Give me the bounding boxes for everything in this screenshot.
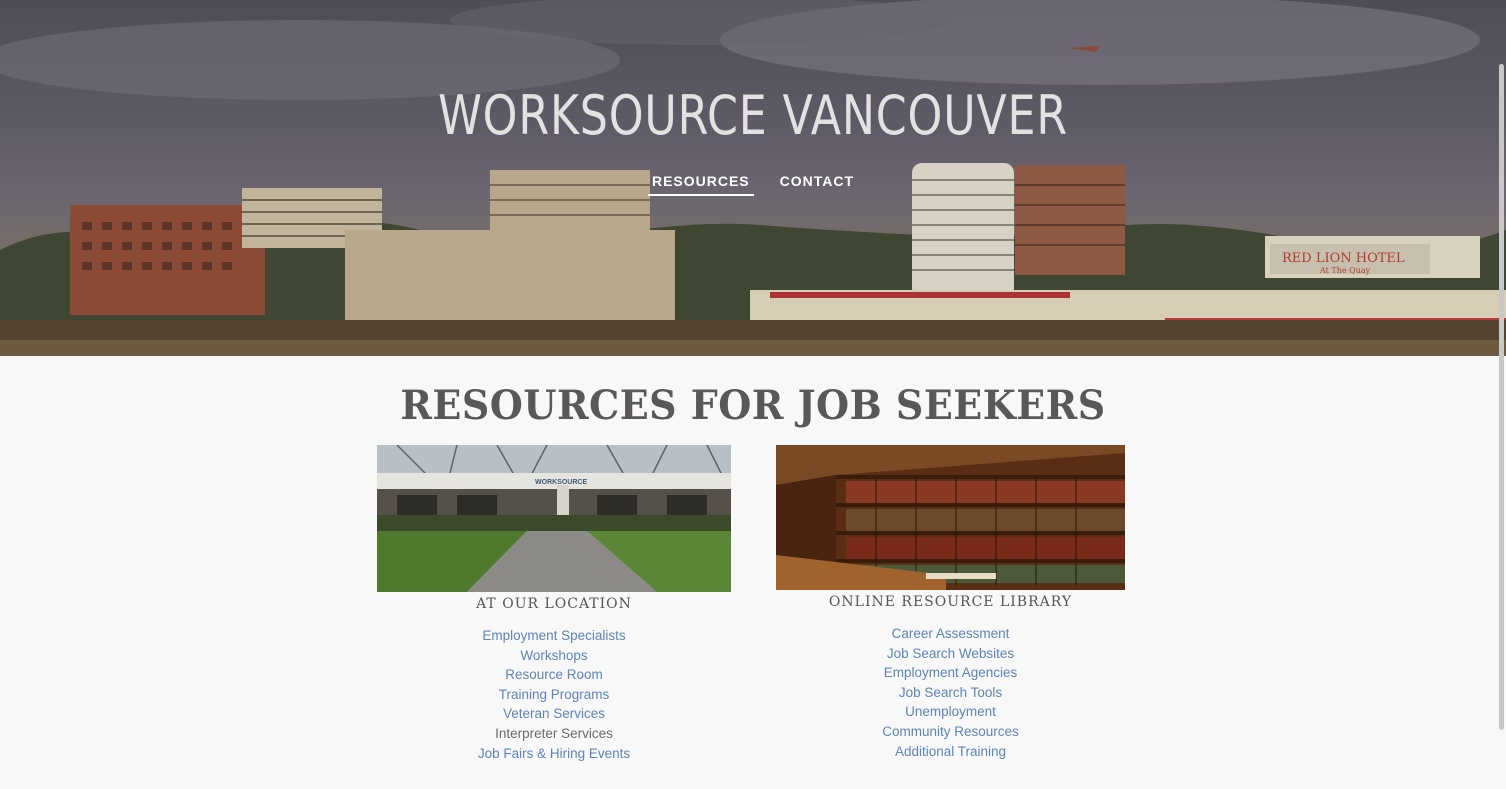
interpreter-services-text: Interpreter Services — [495, 725, 613, 741]
list-item: Job Fairs & Hiring Events — [377, 744, 731, 764]
list-item: Career Assessment — [776, 624, 1125, 644]
list-item: Workshops — [377, 646, 731, 666]
link-veteran-services[interactable]: Veteran Services — [503, 706, 605, 721]
list-item: Resource Room — [377, 665, 731, 685]
link-unemployment[interactable]: Unemployment — [905, 704, 996, 719]
list-item: Job Search Tools — [776, 683, 1125, 703]
location-column: WORKSOURCE AT OUR LOCATION Employment Sp… — [377, 445, 731, 763]
link-additional-training[interactable]: Additional Training — [895, 744, 1006, 759]
list-item: Interpreter Services — [377, 724, 731, 744]
library-links: Career Assessment Job Search Websites Em… — [776, 624, 1125, 761]
library-heading: ONLINE RESOURCE LIBRARY — [828, 594, 1073, 610]
link-job-search-tools[interactable]: Job Search Tools — [899, 685, 1002, 700]
list-item: Veteran Services — [377, 704, 731, 724]
link-workshops[interactable]: Workshops — [520, 648, 587, 663]
list-item: Training Programs — [377, 685, 731, 705]
list-item: Unemployment — [776, 702, 1125, 722]
link-resource-room[interactable]: Resource Room — [505, 667, 603, 682]
list-item: Job Search Websites — [776, 644, 1125, 664]
link-training-programs[interactable]: Training Programs — [499, 687, 610, 702]
link-employment-agencies[interactable]: Employment Agencies — [884, 665, 1018, 680]
page-title: RESOURCES FOR JOB SEEKERS — [400, 382, 1106, 429]
link-job-search-websites[interactable]: Job Search Websites — [887, 646, 1014, 661]
location-links: Employment Specialists Workshops Resourc… — [377, 626, 731, 763]
link-employment-specialists[interactable]: Employment Specialists — [482, 628, 625, 643]
link-career-assessment[interactable]: Career Assessment — [892, 626, 1010, 641]
hotel-sign-subtext: At The Quay — [1319, 266, 1371, 275]
scrollbar-thumb[interactable] — [1499, 64, 1504, 730]
worksource-sign: WORKSOURCE — [535, 479, 587, 486]
link-community-resources[interactable]: Community Resources — [882, 724, 1019, 739]
link-job-fairs[interactable]: Job Fairs & Hiring Events — [478, 746, 630, 761]
worksource-building-photo: WORKSOURCE — [377, 445, 731, 592]
nav-contact[interactable]: CONTACT — [776, 171, 858, 196]
main-nav: RESOURCES CONTACT — [0, 171, 1506, 196]
site-title: WORKSOURCE VANCOUVER — [438, 84, 1068, 147]
hero-banner: RED LION HOTEL At The Quay WORKSOURCE VA… — [0, 0, 1506, 356]
list-item: Community Resources — [776, 722, 1125, 742]
list-item: Additional Training — [776, 742, 1125, 762]
list-item: Employment Agencies — [776, 663, 1125, 683]
nav-resources[interactable]: RESOURCES — [647, 171, 754, 196]
hotel-sign: RED LION HOTEL — [1282, 251, 1405, 266]
page-scrollbar[interactable] — [1496, 0, 1506, 789]
library-column: ONLINE RESOURCE LIBRARY Career Assessmen… — [776, 445, 1125, 761]
location-heading: AT OUR LOCATION — [476, 596, 632, 612]
list-item: Employment Specialists — [377, 626, 731, 646]
library-bookshelves-photo — [776, 445, 1125, 590]
